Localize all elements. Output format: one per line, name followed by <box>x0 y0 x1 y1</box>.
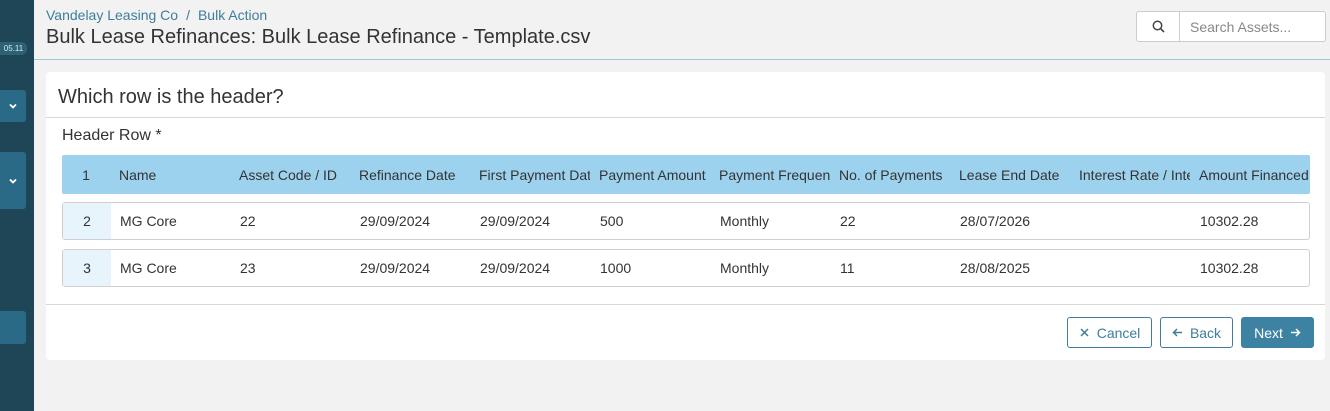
grid-cell: 28/07/2026 <box>960 213 1031 229</box>
grid-cell: Monthly <box>720 213 770 229</box>
grid-cell: MG Core <box>120 260 177 276</box>
arrow-left-icon <box>1172 328 1182 337</box>
grid-cell: No. of Payments <box>839 166 943 183</box>
top-bar: Vandelay Leasing Co / Bulk Action Bulk L… <box>34 0 1330 60</box>
header-row-label: Header Row * <box>62 127 162 144</box>
grid-row-header[interactable]: 1 Name Asset Code / ID Refinance Date Fi… <box>62 155 1310 194</box>
grid-cell: 29/09/2024 <box>360 213 431 229</box>
next-button[interactable]: Next <box>1241 317 1314 348</box>
grid-cell: 22 <box>240 213 256 229</box>
row-index: 3 <box>63 250 111 286</box>
header-row-card: Which row is the header? Header Row * 1 … <box>46 72 1325 360</box>
breadcrumb: Vandelay Leasing Co / Bulk Action <box>46 7 267 23</box>
grid-cell: Amount Financed <box>1199 166 1309 183</box>
grid-cell: 29/09/2024 <box>360 260 431 276</box>
chevron-down-icon <box>9 103 17 109</box>
card-title: Which row is the header? <box>58 86 284 108</box>
grid-cell: 10302.28 <box>1200 260 1259 276</box>
breadcrumb-link-bulk-action[interactable]: Bulk Action <box>198 7 267 23</box>
back-button[interactable]: Back <box>1160 317 1233 348</box>
grid-cell: First Payment Date <box>479 166 590 183</box>
breadcrumb-link-company[interactable]: Vandelay Leasing Co <box>46 7 178 23</box>
grid-cell: Interest Rate / Interest <box>1079 166 1190 183</box>
grid-cell: Monthly <box>720 260 770 276</box>
grid-cell: 29/09/2024 <box>480 260 551 276</box>
cancel-label: Cancel <box>1096 324 1141 341</box>
chevron-down-icon <box>9 178 17 184</box>
search-input[interactable] <box>1180 12 1325 41</box>
grid-row[interactable]: 2 MG Core 22 29/09/2024 29/09/2024 500 M… <box>62 202 1310 240</box>
grid-cell: Payment Amount <box>599 166 706 183</box>
grid-cell: 10302.28 <box>1200 213 1259 229</box>
sidebar: 05.11 <box>0 0 34 411</box>
breadcrumb-separator: / <box>186 7 190 23</box>
grid-row[interactable]: 3 MG Core 23 29/09/2024 29/09/2024 1000 … <box>62 249 1310 287</box>
footer-divider <box>46 304 1325 305</box>
grid-cell: 22 <box>840 213 856 229</box>
grid-cell: Refinance Date <box>359 166 456 183</box>
close-icon <box>1080 328 1089 337</box>
grid-cell: MG Core <box>120 213 177 229</box>
search-icon <box>1152 20 1165 33</box>
sidebar-section-toggle[interactable] <box>0 152 26 209</box>
page-title: Bulk Lease Refinances: Bulk Lease Refina… <box>46 26 591 48</box>
row-index: 1 <box>82 166 90 183</box>
grid-cell: Name <box>119 166 157 183</box>
arrow-right-icon <box>1290 328 1301 337</box>
cancel-button[interactable]: Cancel <box>1067 317 1152 348</box>
next-label: Next <box>1254 324 1283 341</box>
grid-cell: 23 <box>240 260 256 276</box>
grid-cell: Payment Frequency <box>719 166 830 183</box>
grid-cell: 500 <box>600 213 624 229</box>
search-box <box>1136 11 1326 42</box>
grid-cell: 28/08/2025 <box>960 260 1031 276</box>
grid-cell: 29/09/2024 <box>480 213 551 229</box>
sidebar-nav-item[interactable] <box>0 311 26 344</box>
grid-cell: 11 <box>840 260 855 276</box>
row-index: 2 <box>63 203 111 239</box>
grid-cell: 1000 <box>600 260 632 276</box>
sidebar-expand-button[interactable] <box>0 90 26 122</box>
version-badge: 05.11 <box>0 42 27 55</box>
card-divider <box>46 117 1325 118</box>
grid-cell <box>1071 250 1191 286</box>
grid-cell: Lease End Date <box>959 166 1060 183</box>
grid-cell: Asset Code / ID <box>239 166 338 183</box>
back-label: Back <box>1189 324 1222 341</box>
grid-cell <box>1071 203 1191 239</box>
search-button[interactable] <box>1137 12 1180 41</box>
